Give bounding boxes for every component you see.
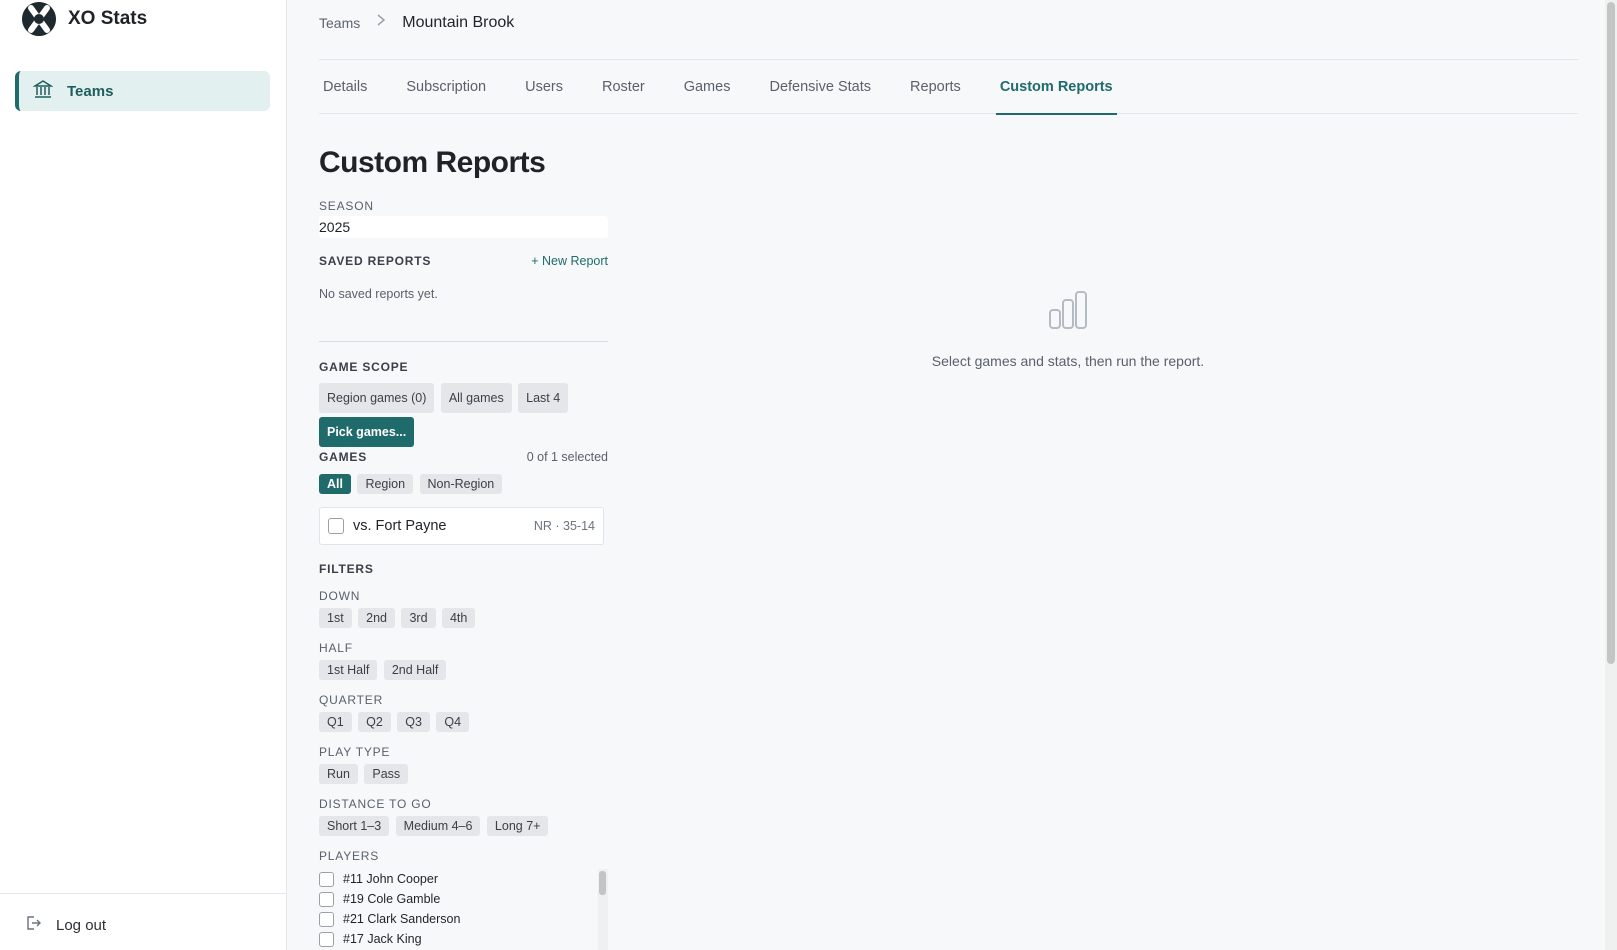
section-divider [319,341,608,342]
filter-half-label: HALF [319,641,353,655]
bar-chart-icon [868,290,1268,335]
players-list: #11 John Cooper #19 Cole Gamble #21 Clar… [319,869,608,950]
games-filter-all-chip[interactable]: All [319,474,351,494]
brand[interactable]: XO Stats [22,2,147,36]
breadcrumb: Teams Mountain Brook [319,13,514,32]
filter-down-options: 1st 2nd 3rd 4th [319,608,477,628]
scope-region-games-chip[interactable]: Region games (0) [319,383,435,413]
player-checkbox[interactable] [319,911,334,927]
app-title: XO Stats [68,8,148,29]
tab-details[interactable]: Details [319,60,371,114]
filter-players-label: PLAYERS [319,849,380,863]
games-selected-count: 0 of 1 selected [526,450,608,464]
filter-quarter-options: Q1 Q2 Q3 Q4 [319,712,471,732]
tab-users[interactable]: Users [521,60,567,114]
tab-bar: Details Subscription Users Roster Games … [319,60,1578,115]
saved-reports-header: SAVED REPORTS + New Report [319,254,608,268]
player-item[interactable]: #21 Clark Sanderson [319,909,608,929]
breadcrumb-teams-link[interactable]: Teams [319,15,360,31]
tab-custom-reports[interactable]: Custom Reports [995,60,1117,115]
sidebar-item-label: Teams [67,82,114,100]
filter-play-type-label: PLAY TYPE [319,745,391,759]
sidebar-item-teams[interactable]: Teams [15,71,270,111]
chevron-right-icon [376,13,386,32]
saved-reports-label: SAVED REPORTS [319,254,432,268]
game-name: vs. Fort Payne [353,518,447,534]
logout-label: Log out [56,916,107,934]
player-item[interactable]: #11 John Cooper [319,869,608,889]
filter-down-label: DOWN [319,589,361,603]
player-item[interactable]: #17 Jack King [319,929,608,949]
tab-subscription[interactable]: Subscription [402,60,490,114]
play-type-pass-chip[interactable]: Pass [364,764,409,784]
report-empty-state: Select games and stats, then run the rep… [868,290,1268,369]
page-scrollbar-thumb[interactable] [1607,2,1615,664]
down-4th-chip[interactable]: 4th [441,608,476,628]
games-label: GAMES [319,450,368,464]
logout-icon [24,914,42,936]
player-name: #11 John Cooper [343,872,438,886]
sidebar-footer: Log out [0,893,286,950]
game-list-item[interactable]: vs. Fort Payne NR · 35-14 [319,507,604,545]
player-name: #19 Cole Gamble [343,892,441,906]
page-title: Custom Reports [319,146,546,179]
distance-medium-chip[interactable]: Medium 4–6 [395,816,481,836]
game-meta: NR · 35-14 [533,519,595,533]
games-filter-options: All Region Non-Region [319,474,504,494]
down-3rd-chip[interactable]: 3rd [401,608,436,628]
half-1st-chip[interactable]: 1st Half [319,660,378,680]
filter-quarter-label: QUARTER [319,693,384,707]
quarter-q1-chip[interactable]: Q1 [319,712,352,732]
games-header: GAMES 0 of 1 selected [319,450,608,464]
breadcrumb-current: Mountain Brook [402,13,515,31]
player-item[interactable]: #19 Cole Gamble [319,889,608,909]
players-scrollbar-thumb[interactable] [599,871,606,895]
bank-icon [32,79,54,103]
filter-half-options: 1st Half 2nd Half [319,660,448,680]
saved-reports-empty-text: No saved reports yet. [319,287,438,301]
down-2nd-chip[interactable]: 2nd [358,608,395,628]
filter-distance-label: DISTANCE TO GO [319,797,432,811]
page-scrollbar[interactable] [1605,0,1617,950]
scope-last-4-chip[interactable]: Last 4 [518,383,569,413]
scope-all-games-chip[interactable]: All games [440,383,512,413]
distance-short-chip[interactable]: Short 1–3 [319,816,390,836]
sidebar: XO Stats Teams Log out [0,0,287,950]
new-report-button[interactable]: + New Report [531,254,608,268]
games-filter-region-chip[interactable]: Region [357,474,414,494]
xo-logo-icon [22,2,56,36]
main-content: Teams Mountain Brook Details Subscriptio… [288,0,1605,950]
season-label: SEASON [319,199,374,213]
quarter-q2-chip[interactable]: Q2 [358,712,391,732]
player-checkbox[interactable] [319,871,334,887]
empty-state-text: Select games and stats, then run the rep… [931,353,1205,369]
season-select[interactable]: 2025 [319,216,608,238]
game-scope-label: GAME SCOPE [319,360,409,374]
quarter-q4-chip[interactable]: Q4 [436,712,470,732]
filters-label: FILTERS [319,562,374,576]
player-name: #17 Jack King [343,932,422,946]
tab-reports[interactable]: Reports [906,60,965,114]
half-2nd-chip[interactable]: 2nd Half [383,660,447,680]
tab-defensive-stats[interactable]: Defensive Stats [765,60,875,114]
logout-button[interactable]: Log out [24,914,106,936]
tab-roster[interactable]: Roster [598,60,649,114]
distance-long-chip[interactable]: Long 7+ [486,816,549,836]
play-type-run-chip[interactable]: Run [319,764,358,784]
player-checkbox[interactable] [319,891,334,907]
player-checkbox[interactable] [319,931,334,947]
game-scope-options: Region games (0) All games Last 4 Pick g… [319,383,608,451]
game-checkbox[interactable] [328,518,344,534]
tab-games[interactable]: Games [680,60,735,114]
down-1st-chip[interactable]: 1st [319,608,352,628]
player-name: #21 Clark Sanderson [343,912,461,926]
players-scrollbar[interactable] [598,869,608,950]
scope-pick-games-chip[interactable]: Pick games... [319,417,415,447]
filter-distance-options: Short 1–3 Medium 4–6 Long 7+ [319,816,550,836]
games-filter-non-region-chip[interactable]: Non-Region [419,474,503,494]
filter-play-type-options: Run Pass [319,764,410,784]
quarter-q3-chip[interactable]: Q3 [397,712,430,732]
